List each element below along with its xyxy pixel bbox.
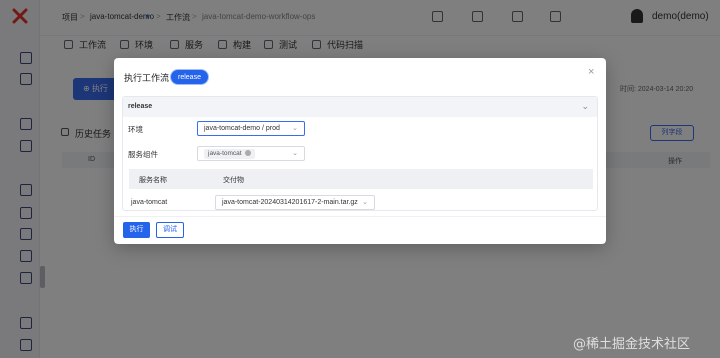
tag-remove-icon[interactable] xyxy=(244,150,251,156)
artifact-value: java-tomcat-20240314201617-2-main.tar.gz xyxy=(222,199,358,206)
column-service-name: 服务名称 xyxy=(139,177,167,184)
column-artifact: 交付物 xyxy=(223,177,244,184)
release-panel: release ⌄ 环境 java-tomcat-demo / prod ⌄ 服… xyxy=(122,96,598,211)
panel-header[interactable]: release ⌄ xyxy=(123,97,597,117)
environment-label: 环境 xyxy=(128,125,143,134)
service-name-cell: java-tomcat xyxy=(131,199,168,206)
run-workflow-dialog: 执行工作流 release × release ⌄ 环境 java-tomcat… xyxy=(114,58,606,244)
environment-select[interactable]: java-tomcat-demo / prod ⌄ xyxy=(197,121,305,136)
run-button[interactable]: 执行 xyxy=(123,222,150,238)
service-tag: java-tomcat xyxy=(204,149,255,159)
environment-value: java-tomcat-demo / prod xyxy=(204,125,280,132)
service-tag-label: java-tomcat xyxy=(208,150,242,157)
panel-title: release xyxy=(128,103,153,110)
debug-button[interactable]: 调试 xyxy=(156,222,184,238)
service-table-header xyxy=(129,169,593,189)
chevron-down-icon: ⌄ xyxy=(292,150,298,157)
artifact-select[interactable]: java-tomcat-20240314201617-2-main.tar.gz… xyxy=(215,195,375,210)
close-icon[interactable]: × xyxy=(588,66,594,78)
dialog-title: 执行工作流 xyxy=(124,73,170,83)
chevron-down-icon[interactable]: ⌄ xyxy=(581,101,589,112)
service-select[interactable]: java-tomcat ⌄ xyxy=(197,146,305,161)
chevron-down-icon: ⌄ xyxy=(362,199,368,206)
watermark: @稀土掘金技术社区 xyxy=(573,337,691,352)
service-label: 服务组件 xyxy=(128,150,158,159)
workflow-badge: release xyxy=(170,69,209,85)
chevron-down-icon: ⌄ xyxy=(292,125,298,132)
footer-divider xyxy=(114,216,606,217)
